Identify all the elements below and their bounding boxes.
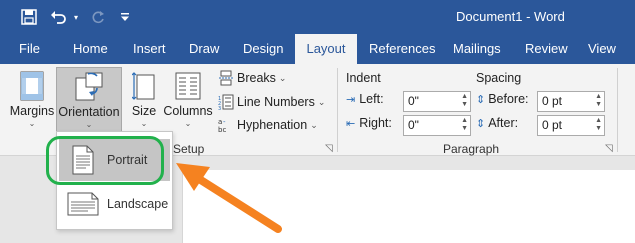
save-icon[interactable] [18,7,40,27]
chevron-down-icon: ⌄ [278,72,287,83]
spin-arrows-icon[interactable]: ▲ ▼ [595,117,602,133]
line-numbers-button[interactable]: 123 Line Numbers ⌄ [218,92,325,112]
indent-left-input[interactable]: 0" ▲ ▼ [403,91,471,112]
orientation-button[interactable]: Orientation ⌄ [56,67,122,135]
line-numbers-label: Line Numbers [237,95,315,109]
breaks-icon [218,70,234,86]
chevron-down-icon: ⌄ [184,119,192,128]
spin-arrows-icon[interactable]: ▲ ▼ [461,117,468,133]
landscape-label: Landscape [107,197,169,211]
orientation-label: Orientation [58,105,120,119]
undo-icon[interactable] [48,7,70,27]
tab-file[interactable]: File [10,34,49,64]
tab-design[interactable]: Design [234,34,292,64]
spacing-before-input[interactable]: 0 pt ▲ ▼ [537,91,605,112]
columns-icon [175,67,201,101]
paragraph-group-label: Paragraph [443,142,500,156]
svg-text:-: - [223,118,226,126]
spacing-before-label: ⇕ Before: [476,92,529,106]
spacing-header: Spacing [476,71,522,85]
spacing-after-label: ⇕ After: [476,116,518,130]
spacing-after-value: 0 pt [542,118,563,132]
landscape-page-icon [59,192,107,216]
line-numbers-icon: 123 [218,94,234,110]
group-divider [617,68,618,152]
title-bar: ▾ Document1 - Word [0,0,635,34]
tab-review[interactable]: Review [516,34,577,64]
size-icon [132,67,156,101]
indent-left-value: 0" [408,94,419,108]
spacing-after-icon: ⇕ [476,117,486,130]
columns-label: Columns [163,104,213,118]
chevron-down-icon: ⌄ [317,96,326,107]
customize-qat-icon[interactable] [118,7,132,27]
chevron-down-icon: ⌄ [140,119,148,128]
annotation-arrow-icon [176,163,282,233]
margins-icon [20,67,44,101]
page-setup-dialog-launcher-icon[interactable]: ◹ [325,143,333,154]
spacing-before-text: Before: [488,92,529,106]
highlight-outline [46,136,164,185]
size-button[interactable]: Size ⌄ [127,67,161,135]
size-label: Size [131,104,157,118]
indent-right-value: 0" [408,118,419,132]
orientation-option-landscape[interactable]: Landscape [59,183,170,225]
chevron-down-icon: ⌄ [310,119,318,130]
breaks-label: Breaks [237,71,276,85]
tab-mailings[interactable]: Mailings [444,34,510,64]
tab-references[interactable]: References [360,34,444,64]
spin-arrows-icon[interactable]: ▲ ▼ [595,93,602,109]
tab-home[interactable]: Home [64,34,117,64]
tab-layout[interactable]: Layout [295,34,357,64]
group-divider [337,68,338,152]
indent-left-icon: ⇥ [346,93,356,106]
tab-draw[interactable]: Draw [180,34,228,64]
svg-text:3: 3 [218,106,221,110]
paragraph-dialog-launcher-icon[interactable]: ◹ [605,143,613,154]
tab-insert[interactable]: Insert [124,34,175,64]
spacing-before-value: 0 pt [542,94,563,108]
redo-icon [88,7,108,27]
margins-button[interactable]: Margins ⌄ [8,67,56,135]
breaks-button[interactable]: Breaks ⌄ [218,68,286,88]
tab-view[interactable]: View [579,34,625,64]
indent-left-label: ⇥ Left: [346,92,384,106]
margins-label: Margins [9,104,55,118]
indent-right-text: Right: [359,116,392,130]
svg-text:a: a [218,118,222,126]
spin-arrows-icon[interactable]: ▲ ▼ [461,93,468,109]
indent-left-text: Left: [359,92,384,106]
chevron-down-icon: ⌄ [28,119,36,128]
spacing-after-input[interactable]: 0 pt ▲ ▼ [537,115,605,136]
ribbon-tabs: File Home Insert Draw Design Layout Refe… [0,34,635,64]
page-setup-group-label: Setup [173,142,205,156]
hyphenation-button[interactable]: a - bc Hyphenation ⌄ [218,115,318,135]
hyphenation-icon: a - bc [218,117,234,133]
orientation-icon [72,68,106,102]
columns-button[interactable]: Columns ⌄ [162,67,214,135]
chevron-down-icon: ⌄ [85,120,93,129]
svg-text:bc: bc [218,126,226,133]
undo-dropdown-icon[interactable]: ▾ [71,7,81,27]
indent-right-label: ⇤ Right: [346,116,392,130]
indent-right-input[interactable]: 0" ▲ ▼ [403,115,471,136]
hyphenation-label: Hyphenation [237,118,308,132]
indent-right-icon: ⇤ [346,117,356,130]
document-title: Document1 - Word [456,9,565,24]
indent-header: Indent [346,71,381,85]
spacing-before-icon: ⇕ [476,93,486,106]
spacing-after-text: After: [488,116,519,130]
